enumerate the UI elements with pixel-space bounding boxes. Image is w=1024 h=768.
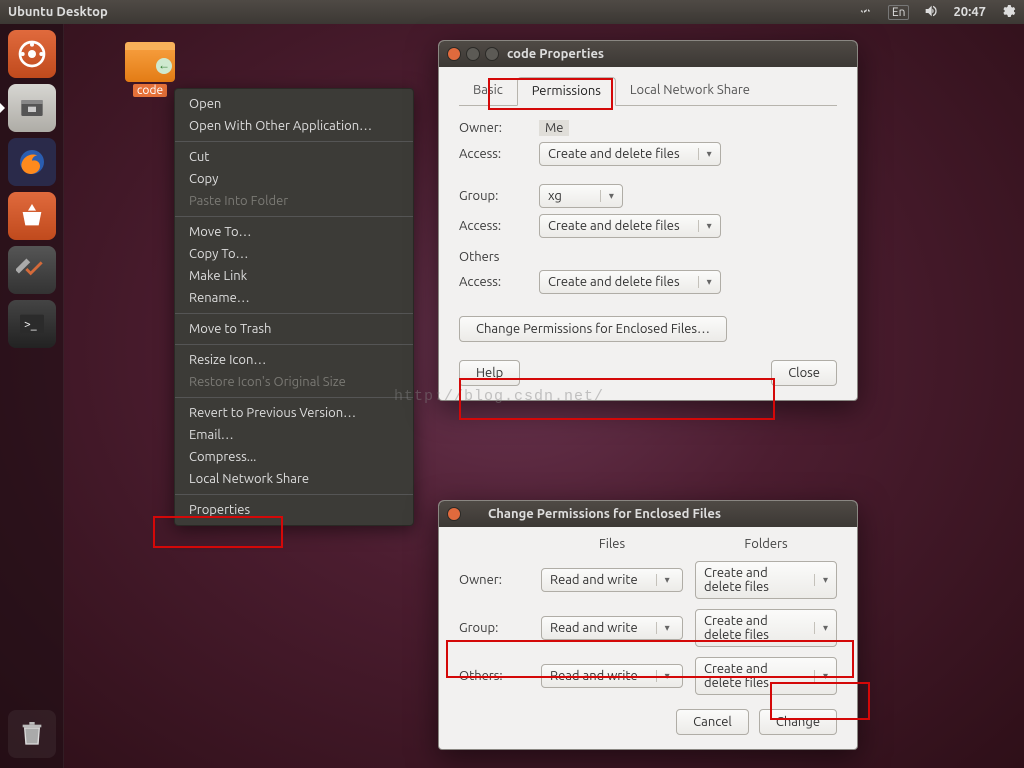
properties-window: code Properties Basic Permissions Local … [438,40,858,401]
svg-text:>_: >_ [24,318,37,331]
window-title: code Properties [507,47,604,61]
ctx-move-to[interactable]: Move To… [175,221,413,243]
group-select[interactable]: xg ▾ [539,184,623,208]
minimize-icon[interactable] [466,47,480,61]
files-icon[interactable] [8,84,56,132]
ctx-move-trash[interactable]: Move to Trash [175,318,413,340]
maximize-icon[interactable] [485,47,499,61]
folders-header: Folders [695,537,837,551]
active-window-title: Ubuntu Desktop [8,5,108,19]
chevron-down-icon: ▾ [698,148,712,160]
group-files-select[interactable]: Read and write▾ [541,616,683,640]
chevron-down-icon: ▾ [600,190,614,202]
help-button[interactable]: Help [459,360,520,386]
owner-access-value: Create and delete files [548,147,680,161]
clock[interactable]: 20:47 [953,5,986,19]
window-title: Change Permissions for Enclosed Files [488,507,721,521]
owner-label: Owner: [459,573,529,587]
separator [175,313,413,314]
ctx-properties[interactable]: Properties [175,499,413,521]
ctx-copy[interactable]: Copy [175,168,413,190]
desktop-folder-code[interactable]: code [120,42,180,97]
owner-label: Owner: [459,121,539,135]
gear-icon[interactable] [1000,3,1016,22]
access-label: Access: [459,147,539,161]
keyboard-indicator[interactable]: En [888,5,910,20]
chevron-down-icon: ▾ [656,670,670,682]
trash-icon[interactable] [8,710,56,758]
chevron-down-icon: ▾ [656,574,670,586]
ctx-rename[interactable]: Rename… [175,287,413,309]
tab-permissions[interactable]: Permissions [517,77,616,106]
ctx-open-with[interactable]: Open With Other Application… [175,115,413,137]
change-permissions-window: Change Permissions for Enclosed Files Fi… [438,500,858,750]
tab-local-network-share[interactable]: Local Network Share [616,77,764,106]
tab-basic[interactable]: Basic [459,77,517,106]
ctx-email[interactable]: Email… [175,424,413,446]
owner-files-select[interactable]: Read and write▾ [541,568,683,592]
ctx-paste-into: Paste Into Folder [175,190,413,212]
separator [175,494,413,495]
folder-icon [125,42,175,82]
cancel-button[interactable]: Cancel [676,709,749,735]
group-folders-select[interactable]: Create and delete files▾ [695,609,837,647]
settings-icon[interactable] [8,246,56,294]
window-titlebar[interactable]: code Properties [439,41,857,67]
change-button[interactable]: Change [759,709,837,735]
ctx-revert[interactable]: Revert to Previous Version… [175,402,413,424]
terminal-icon[interactable]: >_ [8,300,56,348]
access-label: Access: [459,219,539,233]
owner-folders-select[interactable]: Create and delete files▾ [695,561,837,599]
owner-value: Me [539,120,569,136]
ctx-resize-icon[interactable]: Resize Icon… [175,349,413,371]
change-enclosed-button[interactable]: Change Permissions for Enclosed Files… [459,316,727,342]
others-label: Others: [459,669,529,683]
unity-launcher: >_ [0,24,64,768]
separator [175,344,413,345]
group-access-select[interactable]: Create and delete files ▾ [539,214,721,238]
chevron-down-icon: ▾ [698,220,712,232]
group-label: Group: [459,189,539,203]
others-access-select[interactable]: Create and delete files ▾ [539,270,721,294]
dash-icon[interactable] [8,30,56,78]
access-label: Access: [459,275,539,289]
files-header: Files [541,537,683,551]
group-value: xg [548,189,562,203]
chevron-down-icon: ▾ [698,276,712,288]
firefox-icon[interactable] [8,138,56,186]
chevron-down-icon: ▾ [656,622,670,634]
ctx-copy-to[interactable]: Copy To… [175,243,413,265]
sound-icon[interactable] [923,3,939,22]
tab-bar: Basic Permissions Local Network Share [459,77,837,106]
close-icon[interactable] [447,47,461,61]
ctx-compress[interactable]: Compress... [175,446,413,468]
ctx-local-network-share[interactable]: Local Network Share [175,468,413,490]
system-tray: En 20:47 [858,3,1016,22]
others-header: Others [459,250,837,264]
owner-access-select[interactable]: Create and delete files ▾ [539,142,721,166]
chevron-down-icon: ▾ [814,670,828,682]
close-icon[interactable] [447,507,461,521]
group-access-value: Create and delete files [548,219,680,233]
separator [175,397,413,398]
chevron-down-icon: ▾ [814,622,828,634]
software-center-icon[interactable] [8,192,56,240]
ctx-open[interactable]: Open [175,93,413,115]
others-files-select[interactable]: Read and write▾ [541,664,683,688]
chevron-down-icon: ▾ [814,574,828,586]
folder-label: code [133,84,167,97]
ctx-cut[interactable]: Cut [175,146,413,168]
context-menu: Open Open With Other Application… Cut Co… [174,88,414,526]
others-folders-select[interactable]: Create and delete files▾ [695,657,837,695]
top-menu-bar: Ubuntu Desktop En 20:47 [0,0,1024,24]
separator [175,216,413,217]
close-button[interactable]: Close [771,360,837,386]
ctx-restore-icon: Restore Icon's Original Size [175,371,413,393]
others-access-value: Create and delete files [548,275,680,289]
network-icon[interactable] [858,3,874,22]
group-label: Group: [459,621,529,635]
ctx-make-link[interactable]: Make Link [175,265,413,287]
window-titlebar[interactable]: Change Permissions for Enclosed Files [439,501,857,527]
separator [175,141,413,142]
